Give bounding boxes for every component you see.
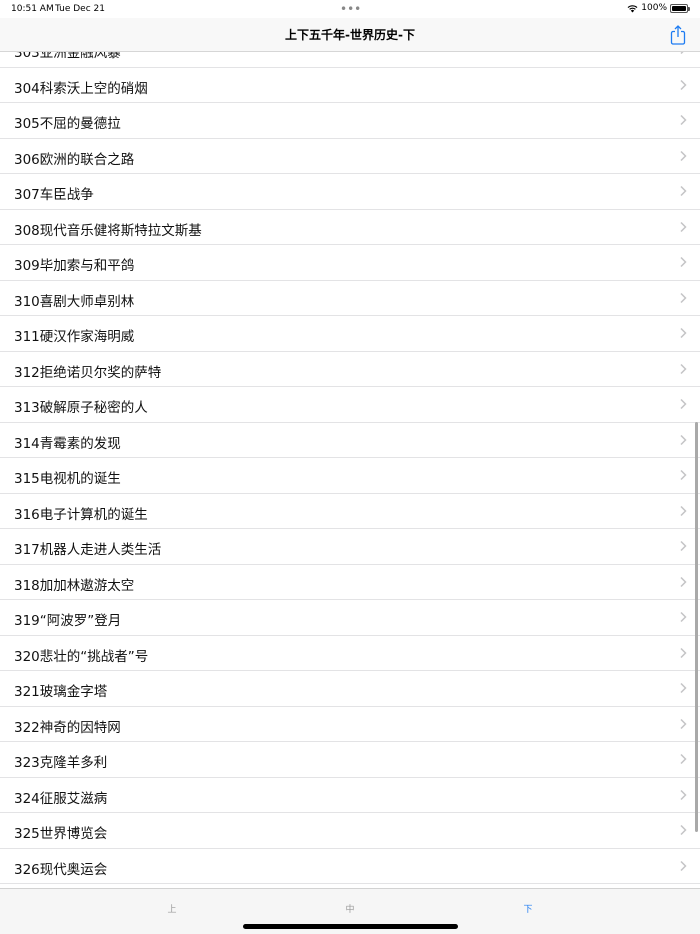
list-item-label: 315电视机的诞生 (14, 471, 121, 487)
list-item[interactable]: 310喜剧大师卓别林 (0, 281, 700, 316)
list-item[interactable]: 317机器人走进人类生活 (0, 529, 700, 565)
list-item[interactable]: 307车臣战争 (0, 174, 700, 210)
chevron-right-icon (680, 114, 687, 126)
chevron-right-icon (680, 221, 687, 232)
list-item[interactable]: 325世界博览会 (0, 813, 700, 849)
chapter-list[interactable]: 303亚洲金融风暴 304科索沃上空的硝烟 305不屈的曼德拉 306欧洲的联合之路… (0, 32, 700, 884)
battery-level (672, 5, 686, 11)
list-item[interactable]: 324征服艾滋病 (0, 778, 700, 813)
list-item[interactable]: 320悲壮的“挑战者”号 (0, 636, 700, 671)
chevron-right-icon (680, 682, 687, 694)
list-item-label: 324征服艾滋病 (14, 790, 108, 807)
chevron-right-icon (680, 185, 687, 197)
list-item[interactable]: 312拒绝诺贝尔奖的萨特 (0, 352, 700, 387)
status-bar: 10:51 AM Tue Dec 21 ••• 100% (0, 0, 700, 18)
list-item-label: 318加加林遨游太空 (14, 577, 135, 594)
list-item-label: 307车臣战争 (14, 187, 94, 203)
chevron-right-icon (680, 292, 687, 303)
list-item[interactable]: 318加加林遨游太空 (0, 565, 700, 600)
list-item-label: 319“阿波罗”登月 (14, 613, 122, 629)
chevron-right-icon (680, 327, 687, 339)
list-item[interactable]: 321玻璃金字塔 (0, 671, 700, 707)
wifi-icon (627, 4, 638, 12)
list-item[interactable]: 309毕加索与和平鸽 (0, 245, 700, 281)
multitask-dots[interactable]: ••• (340, 2, 361, 16)
list-item-label: 311硬汉作家海明威 (14, 329, 135, 345)
list-item[interactable]: 314青霉素的发现 (0, 423, 700, 458)
chevron-right-icon (680, 505, 687, 516)
battery-icon (670, 3, 690, 13)
list-item[interactable]: 311硬汉作家海明威 (0, 316, 700, 352)
tab-lower[interactable]: 下 (508, 902, 548, 915)
list-item-label: 312拒绝诺贝尔奖的萨特 (14, 364, 162, 381)
chevron-right-icon (680, 824, 687, 836)
chevron-right-icon (680, 576, 687, 587)
home-indicator[interactable] (243, 924, 458, 929)
status-time: 10:51 AM (11, 4, 54, 14)
tab-upper[interactable]: 上 (152, 902, 192, 915)
list-item[interactable]: 322神奇的因特网 (0, 707, 700, 742)
list-item[interactable]: 305不屈的曼德拉 (0, 103, 700, 139)
share-icon[interactable] (670, 25, 686, 45)
list-item-label: 325世界博览会 (14, 826, 108, 842)
list-item-label: 314青霉素的发现 (14, 435, 121, 452)
list-item-label: 308现代音乐健将斯特拉文斯基 (14, 222, 202, 239)
list-item-label: 322神奇的因特网 (14, 719, 121, 736)
list-item-label: 313破解原子秘密的人 (14, 400, 148, 416)
chevron-right-icon (680, 256, 687, 268)
list-item-label: 304科索沃上空的硝烟 (14, 80, 148, 97)
page-title: 上下五千年-世界历史-下 (285, 28, 415, 42)
scroll-indicator[interactable] (695, 422, 698, 832)
chevron-right-icon (680, 540, 687, 552)
tab-middle[interactable]: 中 (330, 902, 370, 915)
list-item-label: 310喜剧大师卓别林 (14, 293, 135, 310)
list-item-label: 316电子计算机的诞生 (14, 506, 148, 523)
chevron-right-icon (680, 789, 687, 800)
list-item[interactable]: 323克隆羊多利 (0, 742, 700, 778)
chevron-right-icon (680, 469, 687, 481)
list-item-label: 326现代奥运会 (14, 861, 108, 878)
list-item[interactable]: 315电视机的诞生 (0, 458, 700, 494)
chevron-right-icon (680, 363, 687, 374)
chevron-right-icon (680, 150, 687, 161)
chevron-right-icon (680, 753, 687, 765)
battery-percent: 100% (641, 3, 667, 13)
list-item[interactable]: 313破解原子秘密的人 (0, 387, 700, 423)
list-item-label: 323克隆羊多利 (14, 755, 108, 771)
list-item-label: 306欧洲的联合之路 (14, 151, 135, 168)
status-date: Tue Dec 21 (55, 4, 105, 14)
list-item[interactable]: 304科索沃上空的硝烟 (0, 68, 700, 103)
list-item-label: 321玻璃金字塔 (14, 684, 108, 700)
chevron-right-icon (680, 647, 687, 658)
navigation-bar: 上下五千年-世界历史-下 (0, 18, 700, 52)
list-item[interactable]: 308现代音乐健将斯特拉文斯基 (0, 210, 700, 245)
list-item-label: 309毕加索与和平鸽 (14, 258, 135, 274)
list-item[interactable]: 326现代奥运会 (0, 849, 700, 884)
list-item[interactable]: 319“阿波罗”登月 (0, 600, 700, 636)
chevron-right-icon (680, 718, 687, 729)
chevron-right-icon (680, 434, 687, 445)
status-indicators: 100% (627, 3, 690, 13)
list-item-label: 317机器人走进人类生活 (14, 542, 162, 558)
chevron-right-icon (680, 398, 687, 410)
screen: 10:51 AM Tue Dec 21 ••• 100% 上下五千年-世界历史-… (0, 0, 700, 934)
tab-bar: 上 中 下 (0, 888, 700, 934)
list-item[interactable]: 316电子计算机的诞生 (0, 494, 700, 529)
chevron-right-icon (680, 611, 687, 623)
list-item-label: 305不屈的曼德拉 (14, 116, 121, 132)
list-item[interactable]: 306欧洲的联合之路 (0, 139, 700, 174)
chevron-right-icon (680, 79, 687, 90)
chevron-right-icon (680, 860, 687, 871)
list-item-label: 320悲壮的“挑战者”号 (14, 648, 149, 665)
